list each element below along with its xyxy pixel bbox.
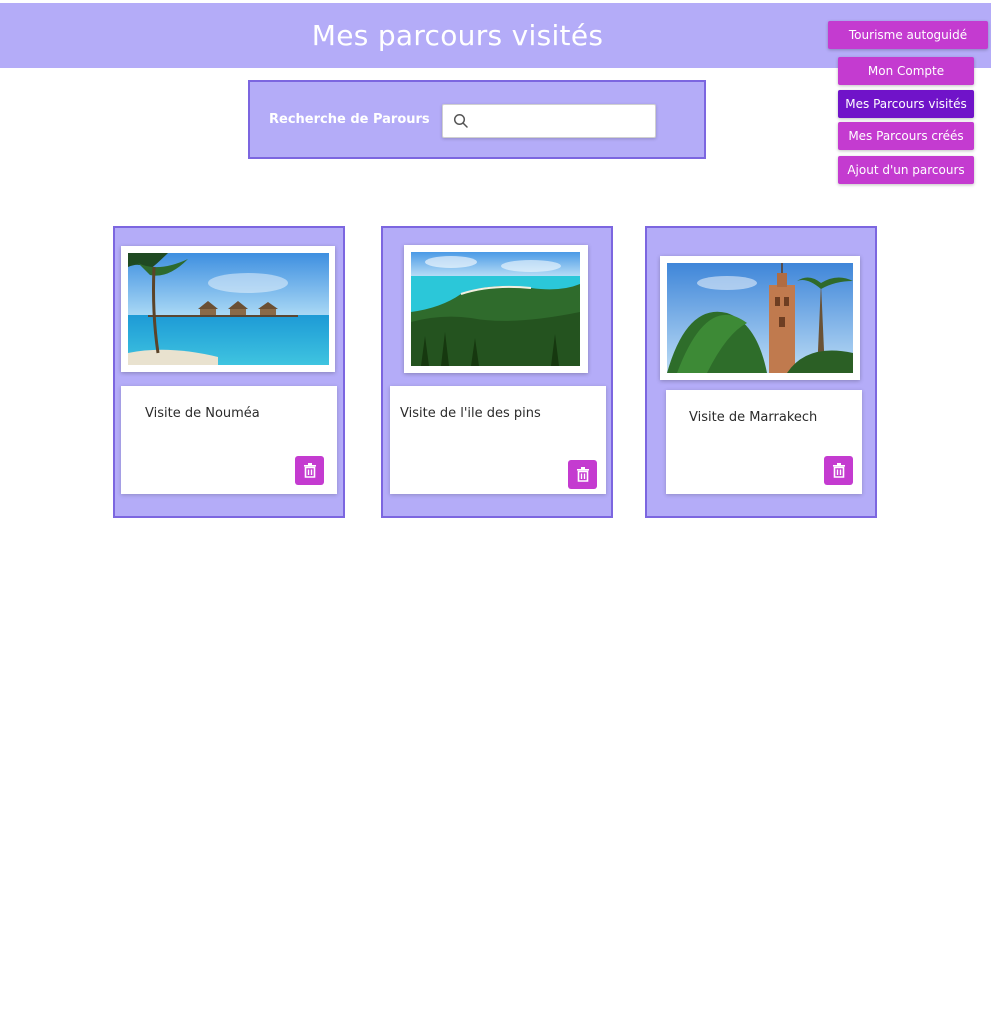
- nav-item-mon-compte[interactable]: Mon Compte: [838, 57, 974, 85]
- search-label: Recherche de Parours: [269, 112, 430, 127]
- page-title: Mes parcours visités: [311, 19, 604, 52]
- nav-item-parcours-crees[interactable]: Mes Parcours créés: [838, 122, 974, 150]
- card-body: Visite de Marrakech: [666, 390, 862, 494]
- card-body: Visite de Nouméa: [121, 386, 337, 494]
- nav-item-parcours-visites[interactable]: Mes Parcours visités: [838, 90, 974, 118]
- trash-icon: [303, 463, 316, 478]
- trash-icon: [576, 467, 589, 482]
- parcours-card-noumea: Visite de Nouméa: [113, 226, 345, 518]
- trash-icon: [832, 463, 845, 478]
- card-title: Visite de Marrakech: [689, 410, 818, 425]
- card-body: Visite de l'ile des pins: [390, 386, 606, 494]
- nav-item-ajout-parcours[interactable]: Ajout d'un parcours: [838, 156, 974, 184]
- search-panel: Recherche de Parours: [248, 80, 706, 159]
- card-image-frame: [404, 245, 588, 373]
- card-image-frame: [121, 246, 335, 372]
- beach-bungalows-image: [128, 253, 329, 365]
- parcours-card-marrakech: Visite de Marrakech: [645, 226, 877, 518]
- parcours-card-ile-des-pins: Visite de l'ile des pins: [381, 226, 613, 518]
- delete-button[interactable]: [824, 456, 853, 485]
- card-title: Visite de Nouméa: [145, 406, 260, 421]
- delete-button[interactable]: [568, 460, 597, 489]
- card-image-frame: [660, 256, 860, 380]
- search-field[interactable]: [442, 104, 656, 138]
- card-title: Visite de l'ile des pins: [400, 406, 541, 421]
- minaret-palms-image: [667, 263, 853, 373]
- search-input[interactable]: [477, 109, 649, 135]
- delete-button[interactable]: [295, 456, 324, 485]
- nav-brand-button[interactable]: Tourisme autoguidé: [828, 21, 988, 49]
- lagoon-forest-image: [411, 252, 580, 366]
- search-icon: [453, 113, 468, 128]
